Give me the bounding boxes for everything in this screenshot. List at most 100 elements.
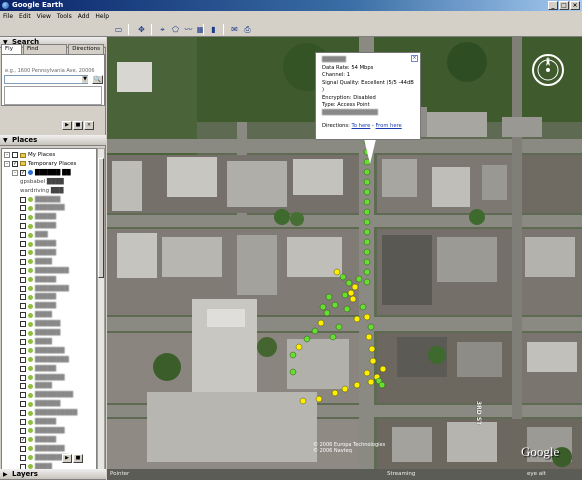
visibility-checkbox[interactable] xyxy=(20,427,26,434)
places-tree-item[interactable]: - My Places xyxy=(4,151,55,159)
places-tree-item[interactable]: █████ xyxy=(20,276,56,284)
print-icon[interactable]: ⎙ xyxy=(243,25,252,34)
visibility-checkbox[interactable] xyxy=(20,267,26,274)
access-point-marker[interactable] xyxy=(363,268,371,276)
sidebar-toggle-icon[interactable]: ▭ xyxy=(114,25,123,34)
visibility-checkbox[interactable] xyxy=(20,383,26,390)
access-point-marker[interactable] xyxy=(363,369,371,377)
access-point-marker[interactable] xyxy=(317,319,325,327)
places-tree-item[interactable]: ████ xyxy=(20,258,52,266)
visibility-checkbox[interactable] xyxy=(20,330,26,336)
access-point-marker[interactable] xyxy=(363,258,371,266)
maximize-button[interactable]: □ xyxy=(559,1,569,10)
access-point-marker[interactable] xyxy=(359,303,367,311)
expand-toggle-icon[interactable]: - xyxy=(4,152,10,158)
visibility-checkbox[interactable] xyxy=(20,392,26,399)
hand-tool-icon[interactable]: ✥ xyxy=(137,25,146,34)
access-point-marker[interactable] xyxy=(363,178,371,186)
places-tree-item[interactable]: gpsbabel ████ xyxy=(20,178,64,186)
access-point-marker[interactable] xyxy=(353,315,361,323)
access-point-marker[interactable] xyxy=(295,343,303,351)
places-tree-item[interactable]: ██████ xyxy=(20,329,60,337)
access-point-marker[interactable] xyxy=(347,289,355,297)
path-icon[interactable]: 〰 xyxy=(184,25,193,34)
places-scrollbar[interactable] xyxy=(97,148,105,480)
places-tree-item[interactable]: ███████ xyxy=(20,445,65,453)
places-tree-item[interactable]: ██████ xyxy=(20,320,60,328)
placemark-icon[interactable]: ⌖ xyxy=(158,25,167,34)
places-tree-item[interactable]: █████████ xyxy=(20,391,73,399)
access-point-marker[interactable] xyxy=(379,365,387,373)
tab-directions[interactable]: Directions xyxy=(68,44,104,54)
access-point-marker[interactable] xyxy=(363,168,371,176)
places-tree-item[interactable]: - ✓ ██████ ██ xyxy=(12,169,71,177)
places-tree-item[interactable]: ██████████ xyxy=(20,409,77,417)
places-tree-item[interactable]: ███ xyxy=(20,231,48,239)
access-point-marker[interactable] xyxy=(303,335,311,343)
visibility-checkbox[interactable] xyxy=(20,445,26,452)
access-point-marker[interactable] xyxy=(325,293,333,301)
expand-toggle-icon[interactable]: - xyxy=(4,160,10,167)
visibility-checkbox[interactable] xyxy=(20,365,26,372)
tab-fly-to[interactable]: Fly To xyxy=(1,44,22,61)
access-point-marker[interactable] xyxy=(363,313,371,321)
access-point-marker[interactable] xyxy=(363,248,371,256)
access-point-marker[interactable] xyxy=(319,303,327,311)
places-tree-item[interactable]: ███████ xyxy=(20,204,65,212)
visibility-checkbox[interactable] xyxy=(20,294,26,301)
visibility-checkbox[interactable] xyxy=(20,276,26,283)
visibility-checkbox[interactable] xyxy=(12,152,18,158)
places-tree-item[interactable]: ████ xyxy=(20,338,52,346)
search-button[interactable]: 🔍 xyxy=(92,75,103,84)
places-tree-item[interactable]: █████ xyxy=(20,302,56,310)
visibility-checkbox[interactable] xyxy=(20,223,26,230)
to-here-link[interactable]: To here xyxy=(352,123,371,129)
places-tree-item[interactable]: ████████ xyxy=(20,356,69,364)
places-tree-item[interactable]: ███████ xyxy=(20,427,65,435)
places-tree-item[interactable]: ██████ xyxy=(20,400,60,408)
access-point-marker[interactable] xyxy=(363,218,371,226)
access-point-marker[interactable] xyxy=(315,395,323,403)
search-input[interactable] xyxy=(4,75,88,84)
minimize-button[interactable]: _ xyxy=(548,1,558,10)
visibility-checkbox[interactable] xyxy=(20,312,26,319)
places-tree-item[interactable]: █████ xyxy=(20,213,56,221)
expand-toggle-icon[interactable]: - xyxy=(12,169,18,176)
access-point-marker[interactable] xyxy=(289,351,297,359)
places-tree-item[interactable]: █████ xyxy=(20,365,56,373)
access-point-marker[interactable] xyxy=(363,208,371,216)
places-tree-item[interactable]: ███████ xyxy=(20,374,65,382)
scrollbar-thumb[interactable] xyxy=(98,158,104,278)
play-button[interactable]: ▶ xyxy=(62,121,72,130)
close-results-button[interactable]: × xyxy=(84,121,94,130)
access-point-marker[interactable] xyxy=(339,273,347,281)
menu-help[interactable]: Help xyxy=(95,11,109,22)
visibility-checkbox[interactable] xyxy=(20,249,26,256)
menu-edit[interactable]: Edit xyxy=(19,11,31,22)
access-point-marker[interactable] xyxy=(365,333,373,341)
places-tree-item[interactable]: wardriving ███ xyxy=(20,187,64,195)
visibility-checkbox[interactable] xyxy=(20,258,26,265)
visibility-checkbox[interactable]: ✓ xyxy=(12,160,18,167)
places-tree-item[interactable]: ✓ █████ xyxy=(20,436,56,444)
visibility-checkbox[interactable] xyxy=(20,321,26,328)
visibility-checkbox[interactable] xyxy=(20,401,26,408)
places-tree-item[interactable]: ██████ xyxy=(20,196,60,204)
access-point-marker[interactable] xyxy=(355,275,363,283)
access-point-marker[interactable] xyxy=(335,323,343,331)
stop-tour-button[interactable]: ■ xyxy=(73,454,83,463)
visibility-checkbox[interactable] xyxy=(20,356,26,363)
polygon-icon[interactable]: ⬠ xyxy=(171,25,180,34)
email-icon[interactable]: ✉ xyxy=(230,25,239,34)
visibility-checkbox[interactable] xyxy=(20,347,26,354)
access-point-marker[interactable] xyxy=(331,389,339,397)
visibility-checkbox[interactable] xyxy=(20,232,26,239)
access-point-marker[interactable] xyxy=(341,291,349,299)
places-tree-item[interactable]: - ✓ Temporary Places xyxy=(4,160,76,168)
visibility-checkbox[interactable] xyxy=(20,196,26,203)
menu-add[interactable]: Add xyxy=(78,11,90,22)
access-point-marker[interactable] xyxy=(311,327,319,335)
access-point-marker[interactable] xyxy=(341,385,349,393)
access-point-marker[interactable] xyxy=(349,295,357,303)
visibility-checkbox[interactable] xyxy=(20,205,26,212)
